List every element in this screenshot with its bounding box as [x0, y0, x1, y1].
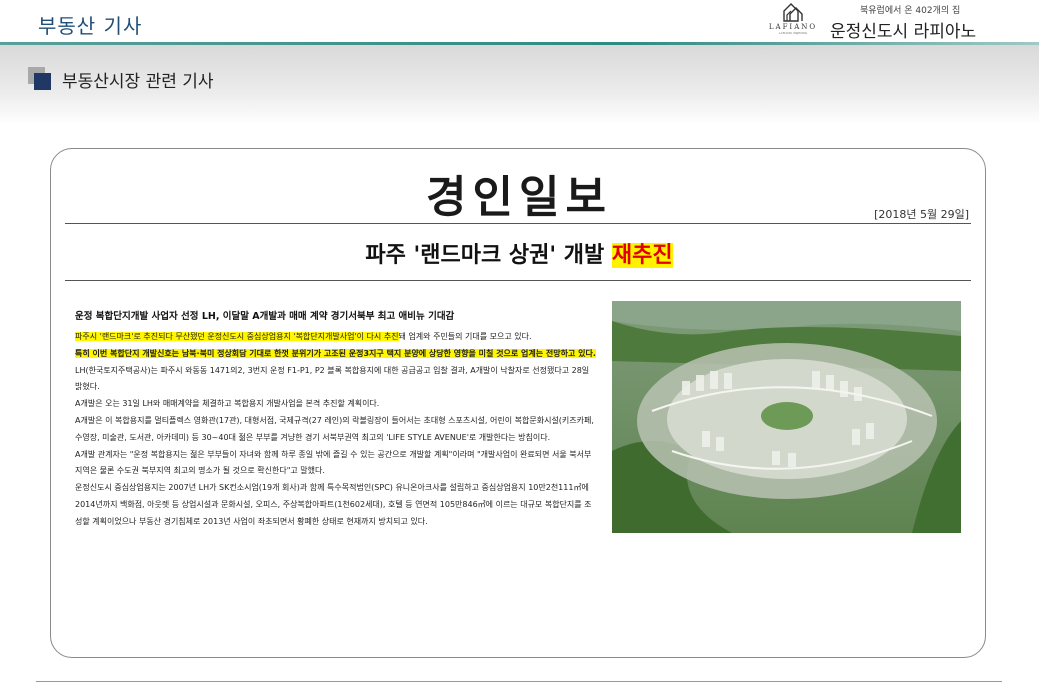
divider-top [65, 223, 971, 224]
article-card: 경인일보 [2018년 5월 29일] 파주 '랜드마크 상권' 개발 재추진 … [50, 148, 986, 658]
paragraph-4: A개발은 오는 31일 LH와 매매계약을 체결하고 복합용지 개발사업을 본격… [75, 399, 380, 409]
logo-text: LAFIANO [768, 23, 818, 31]
brand-logo[interactable]: LAFIANO LAFIANO UNJEONG [766, 2, 820, 38]
paragraph-3: LH(한국토지주택공사)는 파주시 와동동 1471의2, 3번지 운정 F1-… [75, 365, 590, 392]
logo-subtext: LAFIANO UNJEONG [778, 31, 808, 35]
divider-bottom [65, 280, 971, 281]
footer-divider [36, 681, 1002, 682]
house-logo-icon [783, 3, 803, 22]
headline-text: 파주 '랜드마크 상권' 개발 [365, 243, 612, 268]
headline-highlight: 재추진 [611, 243, 673, 268]
section-title: 부동산시장 관련 기사 [62, 72, 214, 92]
page-heading: 부동산 기사 [38, 14, 143, 38]
paragraph-1-rest: 돼 업계와 주민들의 기대를 모으고 있다. [398, 332, 532, 341]
article-date: [2018년 5월 29일] [874, 208, 969, 221]
highlighted-sentence-2: 특히 이번 복합단지 개발신호는 남북·북미 정상회담 기대로 한껏 분위기가 … [75, 348, 596, 358]
article-lead: 운정 복합단지개발 사업자 선정 LH, 이달말 A개발과 매매 계약 경기서북… [75, 311, 455, 322]
paragraph-6: A개발 관계자는 "운정 복합용지는 젊은 부부들이 자녀와 함께 하루 종일 … [75, 449, 592, 476]
aerial-city-photo [612, 301, 961, 533]
header-bar: 부동산 기사 LAFIANO LAFIANO UNJEONG 북유럽에서 온 4… [0, 0, 1039, 44]
brand-tagline: 북유럽에서 온 402개의 집 [860, 6, 961, 16]
highlighted-sentence-1: 파주시 '랜드마크'로 추진되다 무산됐던 운정신도시 중심상업용지 '복합단지… [75, 332, 399, 341]
paragraph-7: 운정신도시 중심상업용지는 2007년 LH가 SK컨소시엄(19개 회사)과 … [75, 483, 592, 526]
newspaper-masthead: 경인일보 [426, 172, 612, 223]
brand-name: 운정신도시 라피아노 [830, 22, 977, 42]
article-body: 운정 복합단지개발 사업자 선정 LH, 이달말 A개발과 매매 계약 경기서북… [75, 309, 597, 531]
square-bullet-icon [28, 67, 52, 91]
paragraph-5: A개발은 이 복합용지를 멀티플렉스 영화관(17관), 대형서점, 국제규격(… [75, 415, 594, 442]
paragraph-1: 파주시 '랜드마크'로 추진되다 무산됐던 운정신도시 중심상업용지 '복합단지… [75, 329, 597, 346]
paragraph-2: 특히 이번 복합단지 개발신호는 남북·북미 정상회담 기대로 한껏 분위기가 … [75, 346, 597, 363]
article-headline: 파주 '랜드마크 상권' 개발 재추진 [51, 237, 987, 269]
